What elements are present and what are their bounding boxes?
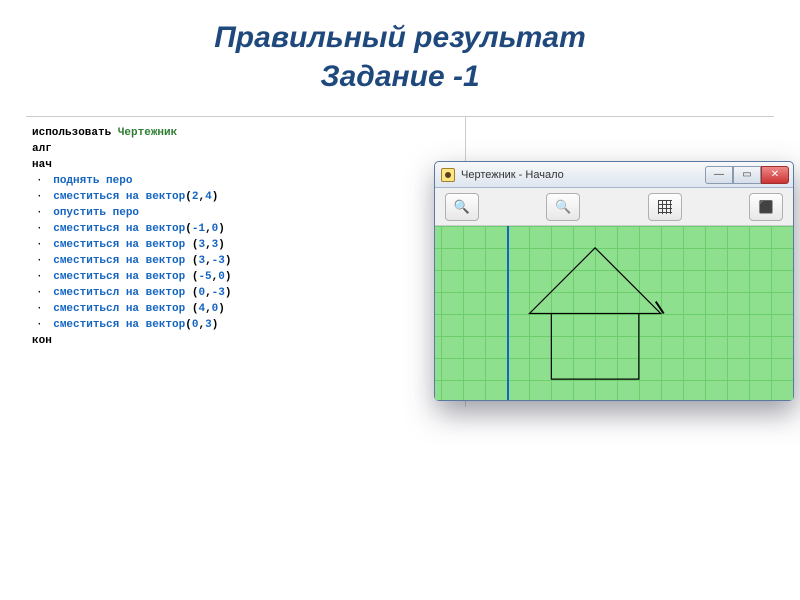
drawer-canvas[interactable]	[435, 226, 793, 400]
house-drawing	[435, 226, 793, 400]
drawer-toolbar	[435, 188, 793, 226]
code-line: · сместитьсл на вектор (0,-3)	[32, 285, 459, 301]
code-line: · сместиться на вектор(2,4)	[32, 189, 459, 205]
code-line: · сместиться на вектор (-5,0)	[32, 269, 459, 285]
window-title: Чертежник - Начало	[461, 169, 705, 181]
title-line-1: Правильный результат	[0, 18, 800, 57]
window-buttons: — ▭ ✕	[705, 166, 789, 184]
slide-title: Правильный результат Задание -1	[0, 0, 800, 104]
code-line: · поднять перо	[32, 173, 459, 189]
zoom-in-button[interactable]	[445, 193, 479, 221]
minimize-button[interactable]: —	[705, 166, 733, 184]
close-button[interactable]: ✕	[761, 166, 789, 184]
code-line: · сместиться на вектор(0,3)	[32, 317, 459, 333]
code-line: использовать Чертежник	[32, 125, 459, 141]
code-line: нач	[32, 157, 459, 173]
drawer-window: Чертежник - Начало — ▭ ✕	[434, 161, 794, 401]
zoom-out-button[interactable]	[546, 193, 580, 221]
code-line: алг	[32, 141, 459, 157]
robot-icon	[441, 168, 455, 182]
code-line: · сместиться на вектор (3,3)	[32, 237, 459, 253]
title-line-2: Задание -1	[0, 57, 800, 96]
code-line: кон	[32, 333, 459, 349]
code-line: · сместиться на вектор (3,-3)	[32, 253, 459, 269]
window-titlebar[interactable]: Чертежник - Начало — ▭ ✕	[435, 162, 793, 188]
grid-button[interactable]	[648, 193, 682, 221]
code-line: · сместиться на вектор(-1,0)	[32, 221, 459, 237]
code-line: · опустить перо	[32, 205, 459, 221]
maximize-button[interactable]: ▭	[733, 166, 761, 184]
code-line: · сместитьсл на вектор (4,0)	[32, 301, 459, 317]
code-editor[interactable]: использовать Чертежник алг нач · поднять…	[26, 117, 466, 407]
robot-button[interactable]	[749, 193, 783, 221]
content-area: использовать Чертежник алг нач · поднять…	[26, 116, 774, 406]
